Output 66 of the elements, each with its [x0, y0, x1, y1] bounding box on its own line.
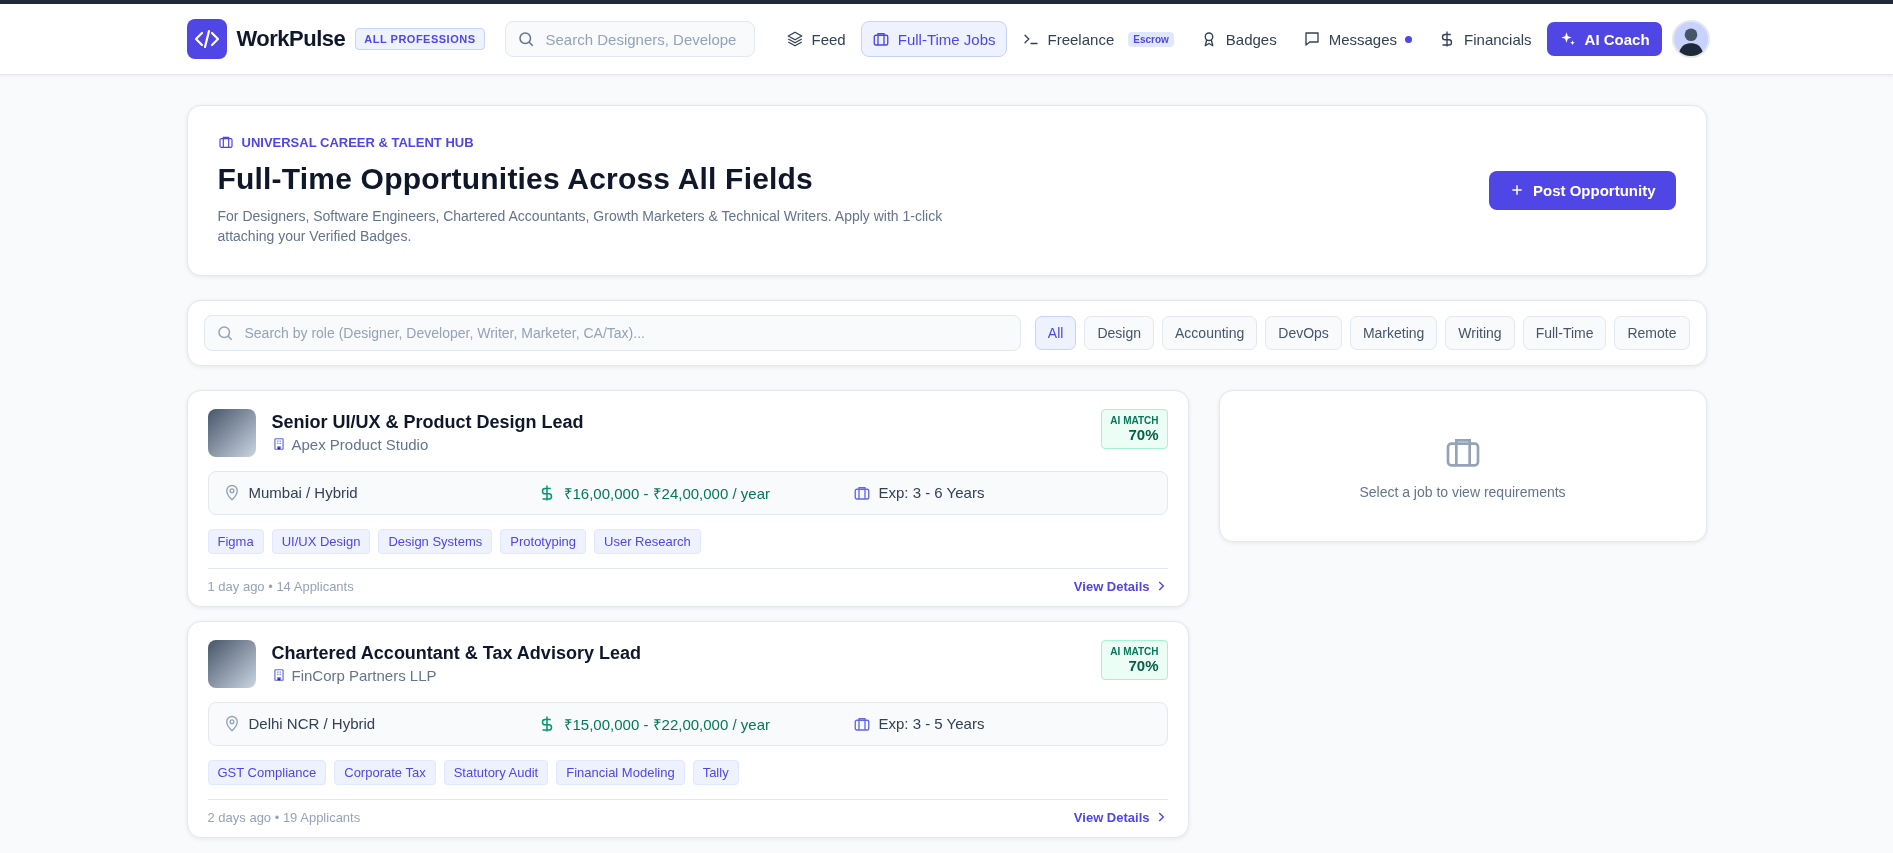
layers-icon — [785, 30, 804, 48]
nav-tab[interactable]: Badges — [1188, 21, 1288, 57]
filter-chip[interactable]: DevOps — [1265, 315, 1342, 350]
briefcase-icon — [217, 134, 234, 150]
job-card[interactable] — [186, 389, 1189, 607]
filter-chip[interactable]: Design — [1084, 315, 1154, 350]
job-card[interactable] — [186, 620, 1189, 838]
match-value: 70% — [1128, 425, 1159, 443]
skill-tag: Prototyping — [500, 528, 587, 554]
nav-tab[interactable]: Full-Time Jobs — [860, 21, 1007, 57]
filter-chip[interactable]: Writing — [1445, 315, 1515, 350]
job-experience: Exp: 3 - 5 Years — [878, 715, 985, 733]
skill-tag: Statutory Audit — [443, 759, 549, 785]
search-field[interactable]: Search Designers, Develope — [504, 21, 755, 57]
job-salary: ₹15,00,000 - ₹22,00,000 / year — [563, 714, 770, 734]
escrow-badge: Escrow — [1128, 31, 1174, 47]
job-location: Mumbai / Hybrid — [248, 484, 358, 502]
view-details-link[interactable]: View Details — [1073, 809, 1168, 825]
job-title: Senior UI/UX & Product Design Lead — [271, 411, 585, 433]
building-icon — [271, 668, 286, 683]
brand-name: WorkPulse — [236, 26, 346, 52]
nav-tab[interactable]: Feed — [774, 21, 857, 57]
view-details-link[interactable]: View Details — [1073, 578, 1168, 594]
nav-tab[interactable]: Financials — [1427, 21, 1543, 57]
match-label: AI MATCH — [1110, 645, 1159, 657]
job-location: Delhi NCR / Hybrid — [248, 715, 376, 733]
match-value: 70% — [1128, 656, 1159, 674]
ai-coach-button[interactable]: AI Coach — [1546, 22, 1662, 56]
avatar-icon[interactable] — [1671, 20, 1710, 58]
nav-tab[interactable]: Freelance Escrow — [1010, 21, 1185, 57]
building-icon — [271, 437, 286, 452]
filter-chip[interactable]: Remote — [1614, 315, 1690, 350]
company-name: Apex Product Studio — [291, 435, 429, 453]
photo-placeholder — [207, 408, 256, 457]
chat-bubble-icon — [1302, 30, 1321, 48]
skill-tag: GST Compliance — [207, 759, 327, 785]
skill-tag: Corporate Tax — [334, 759, 436, 785]
filter-chip[interactable]: Accounting — [1162, 315, 1258, 350]
eyebrow-label: UNIVERSAL CAREER & TALENT HUB — [241, 134, 474, 150]
filter-chip[interactable]: All — [1034, 315, 1077, 350]
skill-tag: UI/UX Design — [271, 528, 371, 554]
nav-tab[interactable]: Messages — [1291, 21, 1424, 57]
empty-state-message: Select a job to view requirements — [1359, 483, 1566, 500]
page-description: For Designers, Software Engineers, Chartered Accountants, Growth Marketers & Technical Writers. Apply with 1-click attaching your Verified Badges. — [217, 207, 944, 247]
briefcase-icon — [871, 30, 890, 48]
skill-tag: Financial Modeling — [556, 759, 685, 785]
skill-tag: Design Systems — [378, 528, 493, 554]
posted-meta: 2 days ago • 19 Applicants — [207, 809, 361, 825]
company-name: FinCorp Partners LLP — [291, 666, 437, 684]
filter-chip[interactable]: Marketing — [1349, 315, 1438, 350]
job-salary: ₹16,00,000 - ₹24,00,000 / year — [563, 483, 770, 503]
match-label: AI MATCH — [1110, 414, 1159, 426]
role-search-field[interactable]: Search by role (Designer, Developer, Writer, Marketer, CA/Tax)... — [203, 314, 1021, 351]
skill-tag: User Research — [594, 528, 701, 554]
brand-badge: ALL PROFESSIONS — [355, 28, 485, 50]
code-logo-icon — [186, 19, 227, 59]
job-title: Chartered Accountant & Tax Advisory Lead — [271, 642, 642, 664]
job-experience: Exp: 3 - 6 Years — [878, 484, 985, 502]
page-title: Full-Time Opportunities Across All Fields — [217, 162, 814, 196]
filter-chip[interactable]: Full-Time — [1522, 315, 1607, 350]
post-opportunity-button[interactable]: Post Opportunity — [1489, 170, 1676, 210]
skill-tag: Figma — [207, 528, 264, 554]
posted-meta: 1 day ago • 14 Applicants — [207, 578, 354, 594]
photo-placeholder — [207, 639, 256, 688]
skill-tag: Tally — [692, 759, 739, 785]
sparkles-icon — [1558, 30, 1577, 48]
